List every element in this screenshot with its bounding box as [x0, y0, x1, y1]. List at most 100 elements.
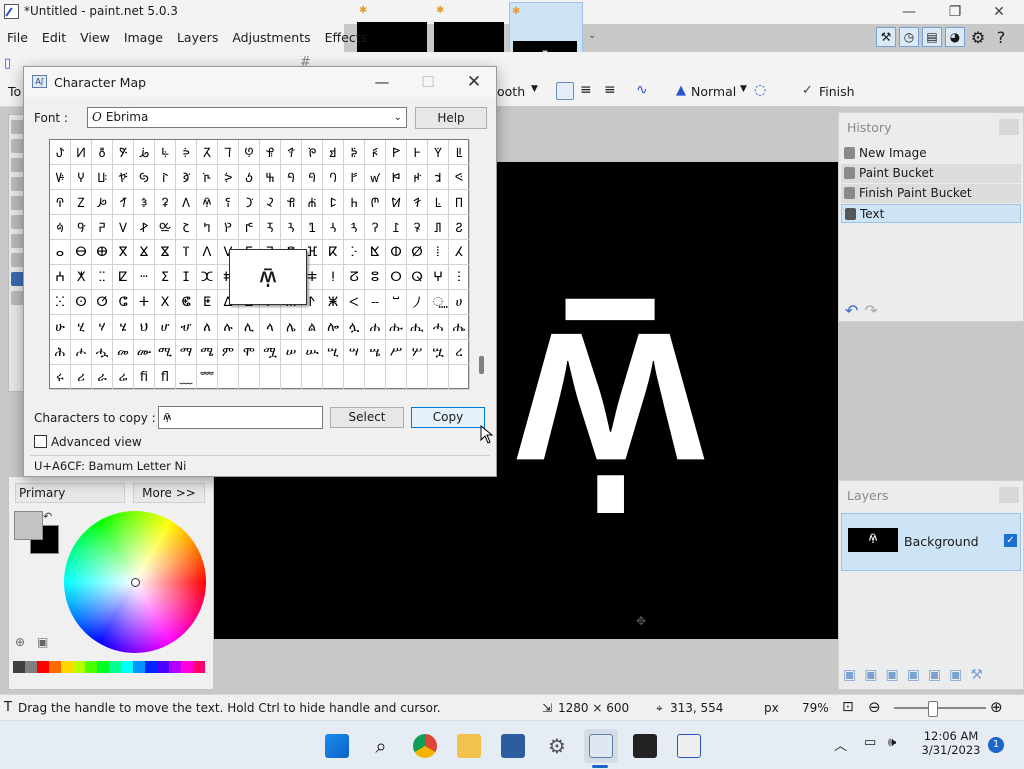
char-cell[interactable]: ꚢ	[92, 140, 113, 165]
char-cell[interactable]: ꛐ	[218, 190, 239, 215]
char-cell[interactable]: ሡ	[302, 340, 323, 365]
char-cell[interactable]: ꛢ	[176, 215, 197, 240]
character-map-taskbar-icon[interactable]	[584, 729, 618, 763]
char-cell[interactable]: ሁ	[50, 315, 71, 340]
char-cell[interactable]: ꚭ	[323, 140, 344, 165]
color-wheel-cursor[interactable]	[131, 578, 140, 587]
charmap-close-button[interactable]: ✕	[452, 71, 496, 93]
move-up-icon[interactable]: ▣	[928, 667, 949, 683]
chevron-down-icon[interactable]: ▼	[740, 84, 747, 94]
char-cell[interactable]: ꛌ	[134, 190, 155, 215]
char-cell[interactable]: ⵖ	[428, 265, 449, 290]
char-cell[interactable]: ꚹ	[155, 165, 176, 190]
char-cell[interactable]: ራ	[92, 365, 113, 390]
menu-edit[interactable]: Edit	[35, 24, 73, 52]
new-file-icon[interactable]: ▯	[4, 56, 11, 71]
char-cell[interactable]: ⴶ	[176, 240, 197, 265]
char-cell[interactable]: ꛙ	[407, 190, 428, 215]
palette-swatch[interactable]	[121, 661, 133, 673]
char-cell[interactable]: ꛠ	[134, 215, 155, 240]
characters-to-copy-input[interactable]	[158, 406, 323, 429]
palette-swatch[interactable]	[169, 661, 181, 673]
char-cell[interactable]: ꛞ	[92, 215, 113, 240]
char-cell[interactable]: ꛥ	[239, 215, 260, 240]
char-cell[interactable]: ꛀ	[302, 165, 323, 190]
char-cell[interactable]	[239, 365, 260, 390]
scrollbar-thumb[interactable]	[479, 356, 484, 374]
char-cell[interactable]: ⴽ	[323, 240, 344, 265]
char-cell[interactable]: ⵋ	[197, 265, 218, 290]
char-cell[interactable]: ለ	[197, 315, 218, 340]
menu-view[interactable]: View	[73, 24, 117, 52]
palette-swatch[interactable]	[133, 661, 145, 673]
search-icon[interactable]: ⌕	[364, 729, 398, 763]
char-cell[interactable]: ꚴ	[50, 165, 71, 190]
char-cell[interactable]: ሊ	[239, 315, 260, 340]
tray-overflow-icon[interactable]: ︿	[834, 735, 847, 754]
char-cell[interactable]: ꛚ	[428, 190, 449, 215]
history-toggle-icon[interactable]: ◷	[899, 27, 919, 47]
char-cell[interactable]: ሠ	[281, 340, 302, 365]
char-cell[interactable]: ꛆ	[428, 165, 449, 190]
char-cell[interactable]: ሩ	[50, 365, 71, 390]
char-cell[interactable]: ꛯ	[449, 215, 470, 240]
char-cell[interactable]: ሕ	[50, 340, 71, 365]
char-cell[interactable]: ⴴ	[134, 240, 155, 265]
char-cell[interactable]: ꚳ	[449, 140, 470, 165]
char-cell[interactable]: ሀ	[449, 290, 470, 315]
palette-swatch[interactable]	[97, 661, 109, 673]
char-cell[interactable]: ꚿ	[281, 165, 302, 190]
clock[interactable]: 12:06 AM 3/31/2023	[920, 729, 982, 757]
char-cell[interactable]: ⵗ	[449, 265, 470, 290]
char-cell[interactable]: ꚰ	[386, 140, 407, 165]
char-cell[interactable]: ሢ	[323, 340, 344, 365]
char-cell[interactable]: ህ	[134, 315, 155, 340]
char-cell[interactable]: ꛁ	[323, 165, 344, 190]
zoom-slider-thumb[interactable]	[928, 701, 938, 717]
select-button[interactable]: Select	[330, 407, 404, 428]
char-cell[interactable]: ꚺ	[176, 165, 197, 190]
char-cell[interactable]: ﬁ	[134, 365, 155, 390]
char-cell[interactable]: ꚸ	[134, 165, 155, 190]
char-cell[interactable]: ⵂ	[428, 240, 449, 265]
char-cell[interactable]: ሄ	[113, 315, 134, 340]
history-close-button[interactable]	[999, 119, 1019, 135]
layers-close-button[interactable]	[999, 487, 1019, 503]
char-cell[interactable]: ꚲ	[428, 140, 449, 165]
solitaire-icon[interactable]	[496, 729, 530, 763]
units-dropdown[interactable]: px	[764, 701, 779, 715]
file-explorer-icon[interactable]	[452, 729, 486, 763]
char-cell[interactable]: ⵃ	[449, 240, 470, 265]
palette-swatch[interactable]	[193, 661, 205, 673]
char-cell[interactable]: ꚡ	[71, 140, 92, 165]
char-cell[interactable]: ሦ	[407, 340, 428, 365]
antialias-dropdown[interactable]: ooth	[497, 84, 525, 99]
char-cell[interactable]: ⵛ	[113, 290, 134, 315]
char-cell[interactable]: ꛉ	[71, 190, 92, 215]
char-cell[interactable]: ꛖ	[344, 190, 365, 215]
char-cell[interactable]: ꛧ	[281, 215, 302, 240]
char-cell[interactable]: ⵿	[428, 290, 449, 315]
char-cell[interactable]: ሥ	[386, 340, 407, 365]
palette-swatch[interactable]	[61, 661, 73, 673]
char-cell[interactable]: ⵙ	[71, 290, 92, 315]
char-cell[interactable]: ⵚ	[92, 290, 113, 315]
7zip-icon[interactable]	[628, 729, 662, 763]
char-cell[interactable]: ሣ	[344, 340, 365, 365]
char-cell[interactable]: ሙ	[134, 340, 155, 365]
char-cell[interactable]: ⵞ	[176, 290, 197, 315]
char-cell[interactable]: ﹏	[176, 365, 197, 390]
char-cell[interactable]: ⵕ	[407, 265, 428, 290]
char-cell[interactable]: ሪ	[71, 365, 92, 390]
char-cell[interactable]: ꚠ	[50, 140, 71, 165]
tools-toggle-icon[interactable]: ⚒	[876, 27, 896, 47]
paintnet-taskbar-icon[interactable]	[672, 729, 706, 763]
char-cell[interactable]: ꚮ	[344, 140, 365, 165]
zoom-fit-icon[interactable]: ⊡	[842, 699, 854, 715]
network-icon[interactable]: ▭	[864, 735, 876, 750]
colors-toggle-icon[interactable]: ◕	[945, 27, 965, 47]
char-cell[interactable]: ሖ	[71, 340, 92, 365]
align-right-icon[interactable]: ≡	[604, 82, 616, 98]
char-cell[interactable]: ⵯ	[386, 290, 407, 315]
char-cell[interactable]	[449, 365, 470, 390]
